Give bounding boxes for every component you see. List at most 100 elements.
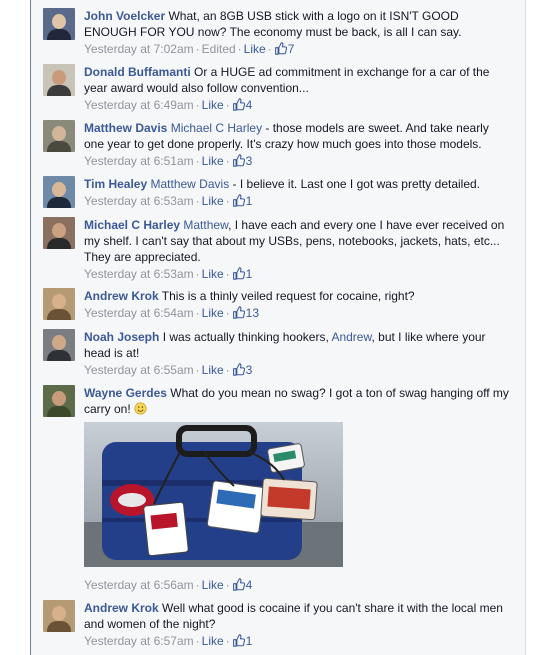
avatar[interactable] — [43, 64, 75, 96]
comment-body: Donald Buffamanti Or a HUGE ad commitmen… — [84, 64, 509, 113]
like-button[interactable]: Like — [202, 98, 224, 112]
comment-text: Matthew Davis Michael C Harley - those m… — [84, 120, 509, 152]
separator-dot: · — [195, 98, 200, 112]
like-count-link[interactable]: 3 — [232, 154, 253, 168]
comment-timestamp[interactable]: Yesterday at 6:53am — [84, 194, 194, 208]
comment-meta: Yesterday at 6:57am · Like · 1 — [84, 633, 509, 649]
avatar-head-shape — [52, 335, 66, 350]
comment-author-link[interactable]: Wayne Gerdes — [84, 386, 167, 400]
comment-timestamp[interactable]: Yesterday at 6:54am — [84, 306, 194, 320]
avatar[interactable] — [43, 288, 75, 320]
separator-dot: · — [195, 194, 200, 208]
comment-text-segment: - I believe it. Last one I got was prett… — [229, 177, 481, 191]
like-button[interactable]: Like — [202, 363, 224, 377]
comment-meta: Yesterday at 6:53am · Like · 1 — [84, 193, 509, 209]
like-count-link[interactable]: 1 — [232, 267, 252, 281]
like-count: 1 — [245, 194, 253, 208]
comment-timestamp[interactable]: Yesterday at 6:56am — [84, 578, 194, 592]
comment-body: Matthew Davis Michael C Harley - those m… — [84, 120, 509, 169]
comment-text-segment: This is a thinly veiled request for coca… — [158, 289, 415, 303]
comment-meta: Yesterday at 6:56am · Like · 4 — [84, 577, 252, 593]
comment-author-link[interactable]: Tim Healey — [84, 177, 147, 191]
comment-author-link[interactable]: Andrew Krok — [84, 289, 159, 303]
separator-dot: · — [225, 98, 230, 112]
avatar-body-shape — [47, 197, 71, 208]
comment-timestamp[interactable]: Yesterday at 6:55am — [84, 363, 194, 377]
avatar[interactable] — [43, 217, 75, 249]
like-count: 3 — [245, 363, 253, 377]
like-button[interactable]: Like — [244, 42, 266, 56]
thumbs-up-icon — [232, 267, 245, 280]
like-count-link[interactable]: 4 — [232, 578, 252, 592]
like-count: 13 — [245, 306, 260, 320]
like-button[interactable]: Like — [202, 154, 224, 168]
separator-dot: · — [195, 267, 200, 281]
comment-author-link[interactable]: John Voelcker — [84, 9, 165, 23]
comment-body: Andrew Krok Well what good is cocaine if… — [84, 600, 509, 649]
like-count-link[interactable]: 1 — [232, 194, 253, 208]
like-button[interactable]: Like — [202, 634, 224, 648]
avatar-head-shape — [52, 70, 66, 85]
like-count-link[interactable]: 4 — [232, 98, 252, 112]
mention-link[interactable]: Matthew — [183, 218, 228, 232]
like-count-link[interactable]: 3 — [232, 363, 253, 377]
mention-link[interactable]: Andrew — [331, 330, 371, 344]
thumbs-up-icon — [232, 194, 245, 207]
comment-text: Andrew Krok This is a thinly veiled requ… — [84, 288, 509, 304]
separator-dot: · — [225, 154, 230, 168]
like-count-link[interactable]: 13 — [232, 306, 259, 320]
avatar-body-shape — [47, 141, 71, 152]
comment-timestamp[interactable]: Yesterday at 6:53am — [84, 267, 194, 281]
thumbs-up-icon — [232, 154, 245, 167]
comment-timestamp[interactable]: Yesterday at 6:57am — [84, 634, 194, 648]
avatar-head-shape — [52, 126, 66, 141]
attached-photo[interactable] — [84, 422, 343, 567]
avatar-body-shape — [47, 621, 71, 632]
like-button[interactable]: Like — [202, 267, 224, 281]
comment-timestamp[interactable]: Yesterday at 6:49am — [84, 98, 194, 112]
comment-text: Wayne Gerdes What do you mean no swag? I… — [84, 385, 509, 417]
edited-label[interactable]: Edited — [202, 42, 236, 56]
comment-body: Noah Joseph I was actually thinking hook… — [84, 329, 509, 378]
avatar[interactable] — [43, 385, 75, 417]
like-button[interactable]: Like — [202, 578, 224, 592]
avatar-head-shape — [52, 606, 66, 621]
separator-dot: · — [195, 42, 200, 56]
avatar[interactable] — [43, 600, 75, 632]
comment-timestamp[interactable]: Yesterday at 6:51am — [84, 154, 194, 168]
like-count-link[interactable]: 1 — [232, 634, 252, 648]
like-count: 3 — [245, 154, 253, 168]
separator-dot: · — [195, 363, 200, 377]
avatar-head-shape — [52, 182, 66, 197]
like-button[interactable]: Like — [202, 194, 224, 208]
separator-dot: · — [195, 578, 200, 592]
separator-dot: · — [195, 306, 200, 320]
thumbs-up-icon — [232, 363, 245, 376]
comment-meta: Yesterday at 6:55am · Like · 3 — [84, 362, 509, 378]
comment-author-link[interactable]: Andrew Krok — [84, 601, 159, 615]
avatar[interactable] — [43, 120, 75, 152]
separator-dot: · — [267, 42, 272, 56]
avatar[interactable] — [43, 329, 75, 361]
comment-meta: Yesterday at 6:54am · Like · 13 — [84, 305, 509, 321]
separator-dot: · — [195, 634, 200, 648]
thumbs-up-icon — [232, 306, 245, 319]
comment-author-link[interactable]: Michael C Harley — [84, 218, 180, 232]
comment-text: John Voelcker What, an 8GB USB stick wit… — [84, 8, 509, 40]
comment-author-link[interactable]: Matthew Davis — [84, 121, 167, 135]
like-button[interactable]: Like — [202, 306, 224, 320]
comments-panel: John Voelcker What, an 8GB USB stick wit… — [30, 0, 526, 655]
comment-author-link[interactable]: Noah Joseph — [84, 330, 159, 344]
avatar[interactable] — [43, 8, 75, 40]
mention-link[interactable]: Michael C Harley — [171, 121, 262, 135]
avatar-body-shape — [47, 85, 71, 96]
avatar[interactable] — [43, 176, 75, 208]
mention-link[interactable]: Matthew Davis — [151, 177, 230, 191]
like-count-link[interactable]: 7 — [274, 42, 294, 56]
comment-timestamp[interactable]: Yesterday at 7:02am — [84, 42, 194, 56]
smile-emoji-icon — [134, 402, 147, 415]
comment-author-link[interactable]: Donald Buffamanti — [84, 65, 191, 79]
thumbs-up-icon — [232, 634, 245, 647]
separator-dot: · — [225, 363, 230, 377]
avatar-head-shape — [52, 223, 66, 238]
